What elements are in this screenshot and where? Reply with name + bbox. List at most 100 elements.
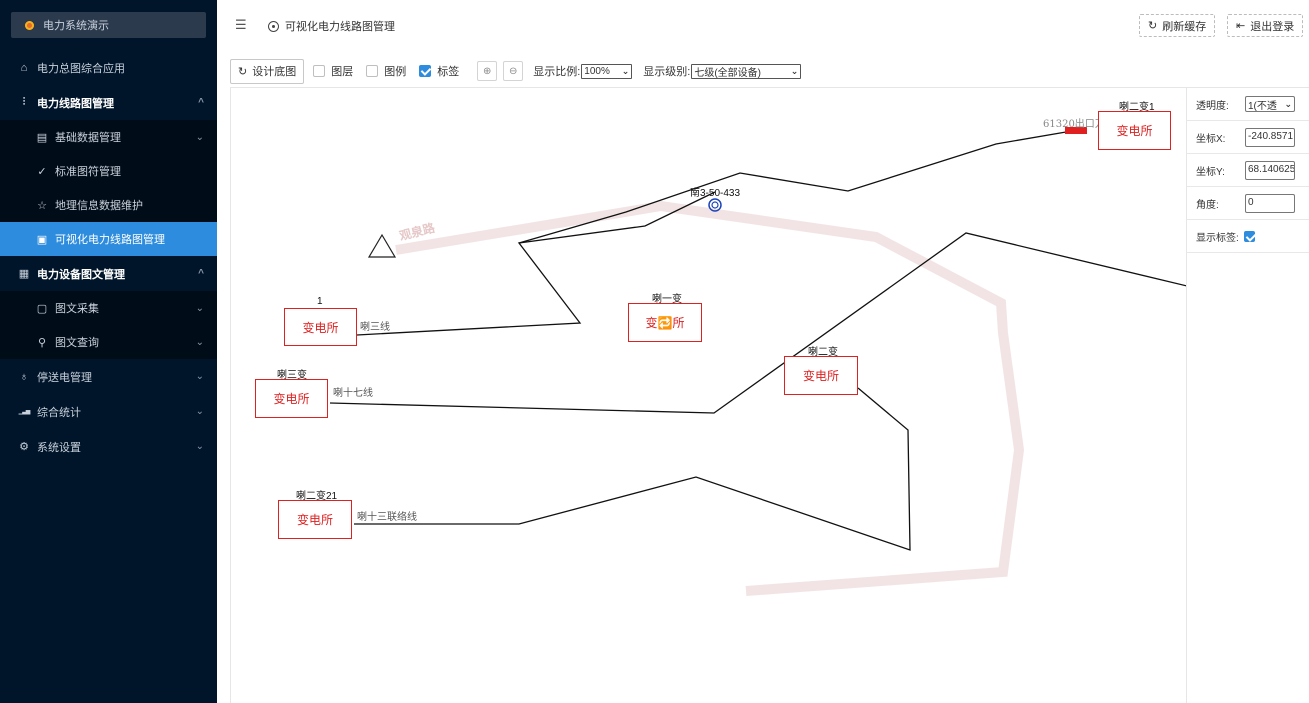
pole-label: 南3-50-433 [690, 188, 741, 199]
triangle-icon[interactable] [367, 233, 397, 258]
substation-box[interactable]: 变电所 [784, 356, 858, 395]
tag-checkbox-box[interactable] [419, 65, 432, 77]
document-icon: ▤ [36, 131, 48, 144]
grid-icon: ▣ [36, 233, 48, 246]
chevron-down-icon: ⌄ [195, 337, 204, 348]
prop-angle: 角度: 0 [1187, 187, 1309, 220]
level-value: 七级(全部设备) [694, 67, 762, 79]
design-basemap-button[interactable]: ↻ 设计底图 [230, 58, 305, 84]
y-coordinate-input[interactable]: 68.140625 [1245, 161, 1295, 180]
scale-select[interactable]: 100% ⌄ [581, 63, 633, 79]
zoom-out-icon[interactable]: ⊖ [503, 61, 524, 81]
target-icon [268, 20, 279, 32]
chevron-up-icon: ^ [198, 97, 204, 108]
logout-button[interactable]: ⇤ 退出登录 [1227, 14, 1304, 37]
sidebar-item-equipment[interactable]: ▦ 电力设备图文管理 ^ [0, 256, 217, 291]
legend-checkbox[interactable]: 图例 [366, 63, 406, 79]
substation-box[interactable]: 变电所 [278, 500, 352, 539]
scale-label: 显示比例: [533, 66, 581, 78]
sidebar-item-label: 图文采集 [55, 303, 99, 315]
scale-value: 100% [584, 65, 610, 77]
check-icon: ✓ [37, 165, 47, 178]
logout-icon: ⇤ [1236, 20, 1246, 32]
sidebar-item-line-diagram[interactable]: ⫶ 电力线路图管理 ^ [0, 85, 217, 120]
show-tag-label: 显示标签: [1196, 232, 1239, 244]
layer-checkbox[interactable]: 图层 [313, 63, 353, 79]
settings-icon: ⚙ [19, 441, 29, 453]
prop-opacity: 透明度: 1(不透 ⌄ [1187, 88, 1309, 121]
sidebar-menu: ⌂ 电力总图综合应用 ⫶ 电力线路图管理 ^ ▤ 基础数据管理 ⌄ ✓ 标准图符… [0, 50, 217, 464]
y-label: 坐标Y: [1196, 166, 1225, 178]
sidebar-item-power-outage[interactable]: ♁ 停送电管理 ⌄ [0, 359, 217, 394]
app-logo[interactable]: 电力系统演示 [11, 12, 206, 38]
line-label: 喇十三联络线 [357, 512, 417, 523]
chevron-down-icon: ⌄ [195, 371, 204, 382]
angle-input[interactable]: 0 [1245, 194, 1295, 213]
sidebar-item-symbols[interactable]: ✓ 标准图符管理 [0, 154, 217, 188]
signal-icon: ⫶ [22, 96, 26, 108]
pole-icon-inner [711, 201, 719, 209]
zoom-in-icon[interactable]: ⊕ [477, 61, 498, 81]
line-feeder-c [329, 232, 1186, 414]
substation-box[interactable]: 变🔁所 [628, 303, 702, 342]
line-label: 喇十七线 [333, 388, 373, 399]
sidebar-item-visual-line[interactable]: ▣ 可视化电力线路图管理 [0, 222, 217, 256]
sidebar-item-settings[interactable]: ⚙ 系统设置 ⌄ [0, 429, 217, 464]
chevron-down-icon: ⌄ [195, 303, 204, 314]
star-icon: ☆ [37, 199, 47, 212]
sidebar-item-label: 可视化电力线路图管理 [55, 234, 165, 246]
opacity-select[interactable]: 1(不透 ⌄ [1245, 96, 1295, 112]
sidebar-item-collect[interactable]: ▢ 图文采集 ⌄ [0, 291, 217, 325]
sidebar-item-label: 图文查询 [55, 337, 99, 349]
sidebar-item-overview[interactable]: ⌂ 电力总图综合应用 [0, 50, 217, 85]
level-select[interactable]: 七级(全部设备) ⌄ [691, 63, 802, 79]
substation-box[interactable]: 变电所 [284, 308, 357, 346]
map-toolbar: ↻ 设计底图 图层 图例 标签 ⊕ ⊖ 显示比例: 100% ⌄ 显示级别: 七… [230, 58, 802, 84]
sidebar-item-label: 电力线路图管理 [37, 97, 114, 110]
chevron-down-icon: ⌄ [195, 132, 204, 143]
legend-checkbox-box[interactable] [366, 65, 379, 77]
logo-icon [25, 20, 34, 30]
sidebar-item-geo-data[interactable]: ☆ 地理信息数据维护 [0, 188, 217, 222]
tag-checkbox[interactable]: 标签 [419, 63, 459, 79]
road-path [395, 200, 1025, 596]
breadcrumb-label[interactable]: 可视化电力线路图管理 [285, 18, 395, 34]
show-tag-checkbox[interactable] [1243, 230, 1255, 242]
substation-box[interactable]: 变电所 [255, 379, 328, 418]
app-title: 电力系统演示 [43, 20, 109, 32]
x-coordinate-input[interactable]: -240.8571 [1245, 128, 1295, 147]
line-label: 喇三线 [360, 322, 390, 333]
layer-label: 图层 [331, 66, 354, 78]
map-canvas[interactable]: 观泉路 南3-50-433 61320出口刀闸 喇二变1 变电所 1 变电所 喇… [230, 87, 1186, 703]
properties-panel: 透明度: 1(不透 ⌄ 坐标X: -240.8571 坐标Y: 68.14062… [1186, 87, 1309, 703]
home-icon: ⌂ [20, 61, 28, 74]
refresh-icon: ↻ [238, 65, 248, 78]
substation-box[interactable]: 变电所 [1098, 111, 1171, 150]
file-icon: ▢ [36, 302, 48, 315]
sidebar-item-label: 系统设置 [37, 441, 81, 454]
design-basemap-label: 设计底图 [252, 66, 297, 78]
layout-icon: ▦ [18, 268, 30, 280]
prop-show-tag: 显示标签: [1187, 220, 1309, 253]
chevron-up-icon: ^ [198, 268, 204, 279]
sidebar-item-label: 标准图符管理 [55, 166, 121, 178]
refresh-icon: ↻ [1148, 20, 1158, 32]
legend-label: 图例 [384, 66, 407, 78]
opacity-value: 1(不透 [1248, 100, 1277, 112]
sidebar-item-label: 电力总图综合应用 [37, 62, 125, 75]
sidebar-item-query[interactable]: ⚲ 图文查询 ⌄ [0, 325, 217, 359]
menu-toggle-icon[interactable]: ☰ [235, 17, 247, 33]
sidebar-item-label: 电力设备图文管理 [37, 268, 125, 281]
line-feeder-d [354, 387, 911, 551]
sidebar-item-label: 基础数据管理 [55, 132, 121, 144]
layer-checkbox-box[interactable] [313, 65, 326, 77]
refresh-cache-label: 刷新缓存 [1162, 20, 1207, 33]
prop-y: 坐标Y: 68.140625 [1187, 154, 1309, 187]
logout-label: 退出登录 [1250, 20, 1295, 33]
angle-label: 角度: [1196, 199, 1219, 211]
chevron-down-icon: ⌄ [195, 406, 204, 417]
sidebar-item-basic-data[interactable]: ▤ 基础数据管理 ⌄ [0, 120, 217, 154]
sidebar-item-label: 综合统计 [37, 406, 81, 419]
refresh-cache-button[interactable]: ↻ 刷新缓存 [1139, 14, 1216, 37]
sidebar-item-statistics[interactable]: ▁▃▅ 综合统计 ⌄ [0, 394, 217, 429]
